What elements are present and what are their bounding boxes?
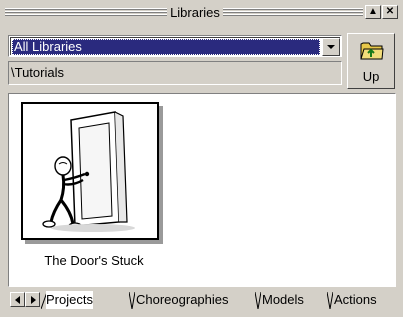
item-caption[interactable]: The Door's Stuck [9,253,179,268]
title-bar[interactable]: Libraries [3,5,365,20]
arrow-left-icon [15,296,20,304]
tab-strip: Projects Choreographies Models Actions [8,289,400,311]
library-content-area: The Door's Stuck [8,93,396,287]
tab-actions[interactable]: Actions [334,291,377,309]
close-icon: ✕ [385,6,395,17]
tab-separator [327,292,333,309]
window-title: Libraries [170,5,220,20]
collapse-button[interactable]: ▲ [365,5,381,19]
arrow-right-icon [31,296,36,304]
drag-grip-right[interactable] [223,8,363,17]
dropdown-arrow-button[interactable] [322,38,340,56]
libraries-window: Libraries ▲ ✕ All Libraries \Tutorials U… [0,0,403,317]
item-thumbnail[interactable] [21,102,159,240]
library-dropdown[interactable]: All Libraries [8,35,342,57]
tab-choreographies[interactable]: Choreographies [136,291,229,309]
up-button-label: Up [362,69,380,84]
library-dropdown-frame: All Libraries [10,37,340,56]
library-dropdown-value: All Libraries [12,39,320,55]
tab-scroll-left-button[interactable] [10,292,25,307]
door-figure-thumbnail [42,111,135,232]
drag-grip-left[interactable] [5,8,167,17]
path-field[interactable]: \Tutorials [8,61,342,85]
up-button[interactable]: Up [347,33,395,89]
folder-up-icon [360,42,384,60]
tab-models[interactable]: Models [262,291,304,309]
library-item[interactable] [21,102,159,240]
tab-separator [255,292,261,309]
chevron-down-icon [327,45,335,49]
caret-up-icon: ▲ [368,6,378,17]
tab-projects[interactable]: Projects [46,291,93,309]
tab-scroll-right-button[interactable] [25,292,40,307]
close-button[interactable]: ✕ [382,5,398,19]
tab-separator [129,292,135,309]
